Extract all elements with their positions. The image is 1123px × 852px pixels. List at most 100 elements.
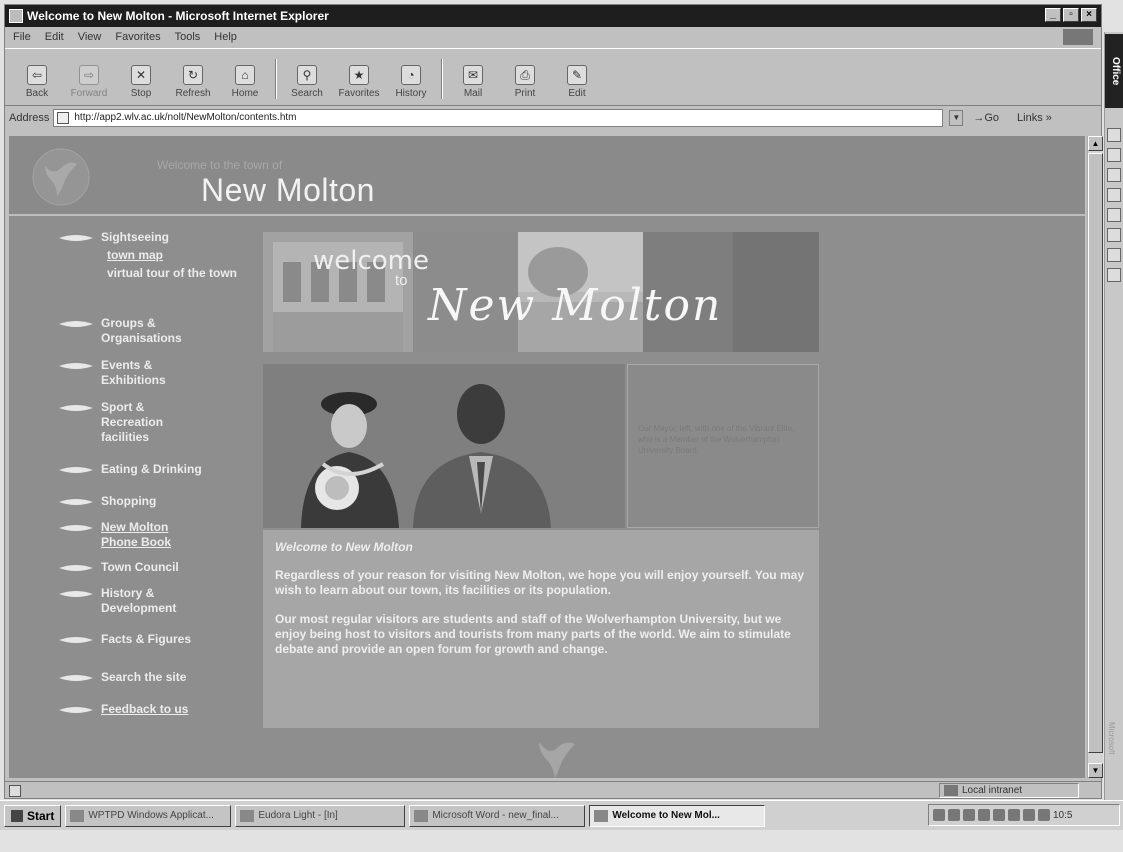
welcome-banner: welcome to New Molton	[263, 232, 819, 352]
office-ie-icon[interactable]	[1107, 268, 1121, 282]
favorites-button[interactable]: ★ Favorites	[337, 65, 381, 99]
address-label: Address	[9, 112, 50, 124]
nav-shopping[interactable]: Shopping	[59, 494, 249, 509]
leaf-bullet-icon	[59, 499, 93, 505]
back-button[interactable]: ⇦ Back	[15, 65, 59, 99]
home-button[interactable]: ⌂ Home	[223, 65, 267, 99]
home-icon: ⌂	[235, 65, 255, 85]
welcome-paragraph-1: Regardless of your reason for visiting N…	[275, 568, 804, 597]
nav-search[interactable]: Search the site	[59, 670, 249, 685]
tray-icon[interactable]	[1023, 809, 1035, 821]
nav-eating[interactable]: Eating & Drinking	[59, 462, 249, 477]
links-button[interactable]: Links »	[1017, 112, 1052, 124]
mail-icon: ✉	[463, 65, 483, 85]
welcome-text-box: Welcome to New Molton Regardless of your…	[263, 530, 819, 728]
nav-town-council[interactable]: Town Council	[59, 560, 249, 575]
office-powerpoint-icon[interactable]	[1107, 168, 1121, 182]
welcome-title: Welcome to New Molton	[275, 540, 413, 554]
office-excel-icon[interactable]	[1107, 148, 1121, 162]
clock[interactable]: 10:5	[1053, 810, 1072, 821]
office-word-icon[interactable]	[1107, 128, 1121, 142]
nav-sightseeing[interactable]: Sightseeing	[59, 230, 249, 245]
photo-caption: Our Mayor, left, with one of the Vibrant…	[638, 424, 795, 455]
task-ie-new-molton[interactable]: Welcome to New Mol...	[589, 804, 766, 827]
close-button[interactable]: ×	[1081, 8, 1097, 22]
office-label[interactable]: Office	[1105, 34, 1123, 108]
office-shortcut-bar: Office Microsoft	[1104, 32, 1123, 802]
leaf-bullet-icon	[59, 707, 93, 713]
page-content: Welcome to the town of New Molton Sights…	[9, 136, 1085, 778]
banner-to-text: to	[395, 272, 408, 289]
refresh-button[interactable]: ↻ Refresh	[171, 65, 215, 99]
tray-icon[interactable]	[963, 809, 975, 821]
intranet-icon	[944, 785, 958, 796]
scroll-up-icon[interactable]: ▲	[1088, 136, 1103, 151]
window-title: Welcome to New Molton - Microsoft Intern…	[27, 9, 329, 23]
welcome-paragraph-2: Our most regular visitors are students a…	[275, 612, 791, 656]
leaf-bullet-icon	[59, 675, 93, 681]
task-word[interactable]: Microsoft Word - new_final...	[409, 804, 586, 827]
history-button[interactable]: ◔ History	[389, 65, 433, 99]
tray-icon[interactable]	[1038, 809, 1050, 821]
office-access-icon[interactable]	[1107, 188, 1121, 202]
edit-button[interactable]: ✎ Edit	[555, 65, 599, 99]
tray-icon[interactable]	[933, 809, 945, 821]
eudora-icon	[240, 809, 255, 822]
refresh-icon: ↻	[183, 65, 203, 85]
page-icon	[57, 112, 70, 124]
search-button[interactable]: ⚲ Search	[285, 65, 329, 99]
desktop: Welcome to New Molton - Microsoft Intern…	[0, 0, 1123, 852]
nav-feedback[interactable]: Feedback to us	[59, 702, 249, 717]
nav-virtual-tour[interactable]: virtual tour of the town	[107, 266, 237, 281]
leaf-bullet-icon	[59, 321, 93, 327]
nav-sport[interactable]: Sport & Recreation facilities	[59, 400, 249, 445]
maximize-button[interactable]: ▫	[1063, 8, 1079, 22]
tray-icon[interactable]	[993, 809, 1005, 821]
leaf-bullet-icon	[59, 565, 93, 571]
phoenix-logo-icon	[32, 148, 90, 206]
leaf-bullet-icon	[59, 467, 93, 473]
menu-favorites[interactable]: Favorites	[115, 31, 160, 43]
scroll-thumb[interactable]	[1088, 153, 1103, 753]
nav-facts[interactable]: Facts & Figures	[59, 632, 249, 647]
go-button[interactable]: →Go	[973, 112, 999, 124]
ie-page-icon	[9, 9, 23, 23]
security-zone: Local intranet	[939, 783, 1079, 798]
tray-icon[interactable]	[948, 809, 960, 821]
print-icon: ⎙	[515, 65, 535, 85]
address-dropdown-icon[interactable]: ▼	[949, 110, 964, 126]
mail-button[interactable]: ✉ Mail	[451, 65, 495, 99]
nav-town-map[interactable]: town map	[107, 248, 163, 263]
menu-help[interactable]: Help	[214, 31, 237, 43]
tray-icon[interactable]	[1008, 809, 1020, 821]
scroll-down-icon[interactable]: ▼	[1088, 763, 1103, 778]
vertical-scrollbar[interactable]: ▲ ▼	[1087, 136, 1103, 778]
stop-button[interactable]: ✕ Stop	[119, 65, 163, 99]
print-button[interactable]: ⎙ Print	[503, 65, 547, 99]
task-eudora[interactable]: Eudora Light - [In]	[235, 804, 406, 827]
menu-tools[interactable]: Tools	[175, 31, 201, 43]
nav-events[interactable]: Events & Exhibitions	[59, 358, 249, 388]
office-calendar-icon[interactable]	[1107, 228, 1121, 242]
menu-edit[interactable]: Edit	[45, 31, 64, 43]
office-outlook-icon[interactable]	[1107, 208, 1121, 222]
start-button[interactable]: Start	[4, 804, 62, 827]
back-arrow-icon: ⇦	[27, 65, 47, 85]
task-wptpd[interactable]: WPTPD Windows Applicat...	[65, 804, 232, 827]
photo-caption-box: Our Mayor, left, with one of the Vibrant…	[627, 364, 819, 528]
leaf-bullet-icon	[59, 363, 93, 369]
title-bar: Welcome to New Molton - Microsoft Intern…	[5, 5, 1101, 27]
leaf-bullet-icon	[59, 591, 93, 597]
forward-button[interactable]: ⇨ Forward	[67, 65, 111, 99]
nav-phone-book[interactable]: New Molton Phone Book	[59, 520, 249, 550]
status-bar: Local intranet	[5, 781, 1101, 799]
office-contacts-icon[interactable]	[1107, 248, 1121, 262]
tray-icon[interactable]	[978, 809, 990, 821]
nav-history[interactable]: History & Development	[59, 586, 249, 616]
minimize-button[interactable]: _	[1045, 8, 1061, 22]
address-input[interactable]: http://app2.wlv.ac.uk/nolt/NewMolton/con…	[53, 109, 944, 127]
nav-groups[interactable]: Groups & Organisations	[59, 316, 249, 346]
mayor-photo	[263, 364, 625, 528]
menu-view[interactable]: View	[78, 31, 102, 43]
menu-file[interactable]: File	[13, 31, 31, 43]
